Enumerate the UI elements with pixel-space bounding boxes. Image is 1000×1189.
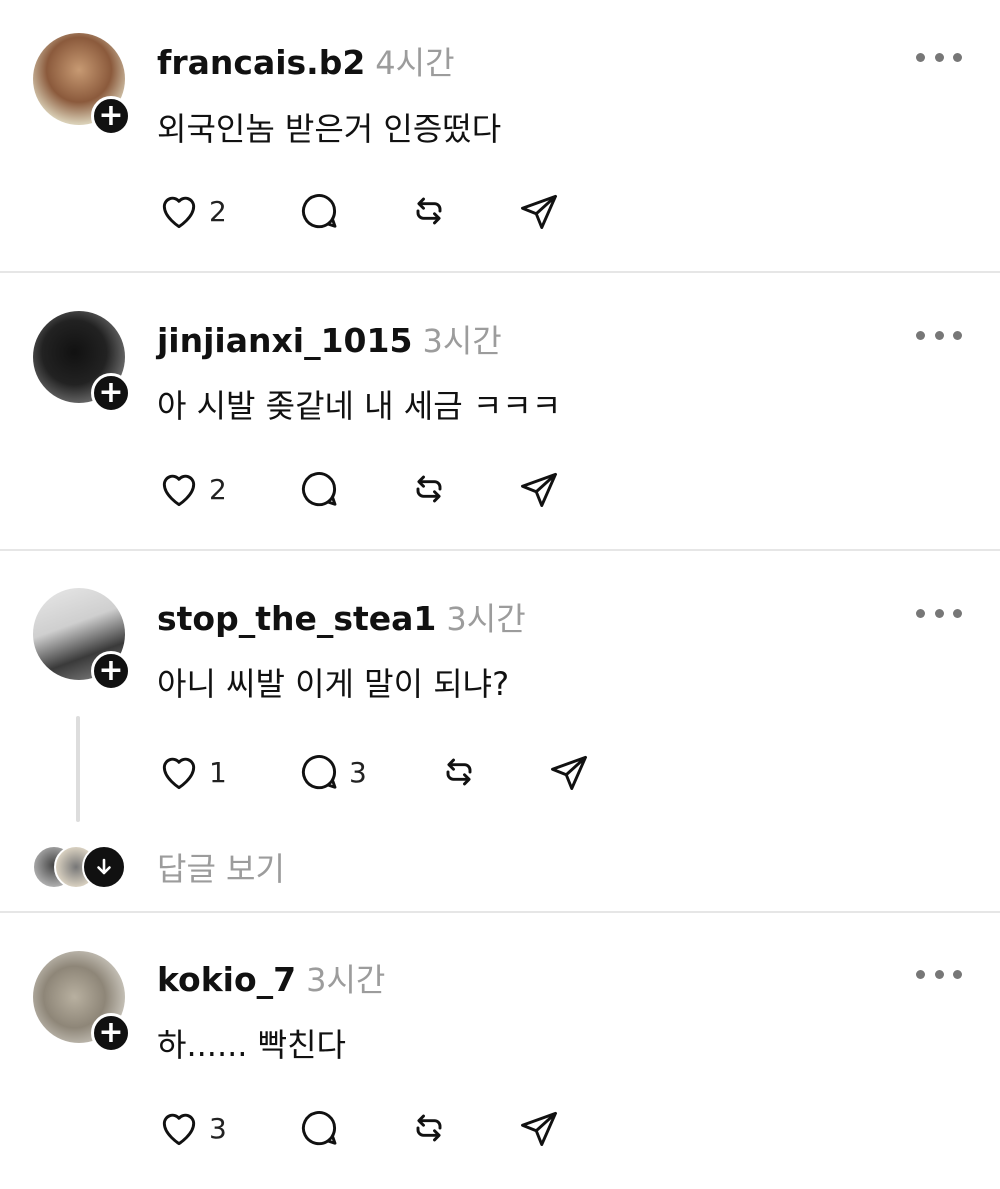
post-header: stop_the_stea1 3시간 — [157, 594, 526, 640]
like-button[interactable]: 2 — [157, 467, 297, 511]
share-button[interactable] — [517, 467, 561, 511]
reply-button[interactable] — [297, 1106, 407, 1150]
repost-button[interactable] — [437, 750, 547, 794]
send-icon — [551, 755, 587, 790]
repost-button[interactable] — [407, 1106, 517, 1150]
arrow-down-icon — [82, 845, 126, 889]
reply-avatars[interactable] — [32, 845, 126, 889]
action-bar: 2 — [157, 187, 561, 235]
post-header: francais.b2 4시간 — [157, 38, 455, 84]
reply-button[interactable] — [297, 189, 407, 233]
divider — [0, 549, 1000, 551]
comment-icon — [301, 755, 337, 790]
like-count: 3 — [209, 1111, 227, 1145]
more-icon[interactable] — [916, 606, 962, 620]
username[interactable]: francais.b2 — [157, 43, 365, 82]
share-button[interactable] — [517, 189, 561, 233]
heart-icon — [162, 1113, 196, 1146]
send-icon — [521, 1111, 557, 1146]
divider — [0, 911, 1000, 913]
view-replies-link[interactable]: 답글 보기 — [157, 844, 285, 890]
follow-plus-icon[interactable]: + — [91, 96, 131, 136]
post-text: 외국인놈 받은거 인증떴다 — [157, 110, 502, 148]
like-count: 2 — [209, 472, 227, 506]
like-button[interactable]: 2 — [157, 189, 297, 233]
post-text: 하...... 빡친다 — [157, 1026, 346, 1064]
username[interactable]: jinjianxi_1015 — [157, 321, 412, 360]
thread-line — [76, 716, 80, 822]
repost-button[interactable] — [407, 189, 517, 233]
timestamp: 3시간 — [422, 322, 502, 360]
heart-icon — [162, 474, 196, 507]
comment-icon — [301, 194, 337, 229]
repost-icon — [416, 1114, 442, 1142]
repost-icon — [416, 475, 442, 503]
post-header: kokio_7 3시간 — [157, 955, 385, 1001]
like-count: 2 — [209, 194, 227, 228]
heart-icon — [162, 757, 196, 790]
follow-plus-icon[interactable]: + — [91, 651, 131, 691]
like-button[interactable]: 3 — [157, 1106, 297, 1150]
action-bar: 1 3 — [157, 748, 591, 796]
comment-icon — [301, 472, 337, 507]
heart-icon — [162, 196, 196, 229]
username[interactable]: stop_the_stea1 — [157, 599, 436, 638]
more-icon[interactable] — [916, 50, 962, 64]
comment-icon — [301, 1111, 337, 1146]
timestamp: 3시간 — [306, 961, 386, 999]
timestamp: 4시간 — [375, 44, 455, 82]
share-button[interactable] — [547, 750, 591, 794]
reply-button[interactable] — [297, 467, 407, 511]
action-bar: 3 — [157, 1104, 561, 1152]
send-icon — [521, 472, 557, 507]
send-icon — [521, 194, 557, 229]
post-text: 아 시발 좆같네 내 세금 ㅋㅋㅋ — [157, 387, 562, 425]
repost-icon — [416, 197, 442, 225]
post-text: 아니 씨발 이게 말이 되냐? — [157, 665, 510, 703]
more-icon[interactable] — [916, 967, 962, 981]
share-button[interactable] — [517, 1106, 561, 1150]
more-icon[interactable] — [916, 328, 962, 342]
reply-count: 3 — [349, 755, 367, 789]
divider — [0, 271, 1000, 273]
reply-button[interactable]: 3 — [297, 750, 437, 794]
username[interactable]: kokio_7 — [157, 960, 296, 999]
repost-icon — [446, 758, 472, 786]
post-header: jinjianxi_1015 3시간 — [157, 316, 502, 362]
timestamp: 3시간 — [446, 600, 526, 638]
follow-plus-icon[interactable]: + — [91, 373, 131, 413]
repost-button[interactable] — [407, 467, 517, 511]
follow-plus-icon[interactable]: + — [91, 1013, 131, 1053]
like-button[interactable]: 1 — [157, 750, 297, 794]
like-count: 1 — [209, 755, 227, 789]
action-bar: 2 — [157, 465, 561, 513]
